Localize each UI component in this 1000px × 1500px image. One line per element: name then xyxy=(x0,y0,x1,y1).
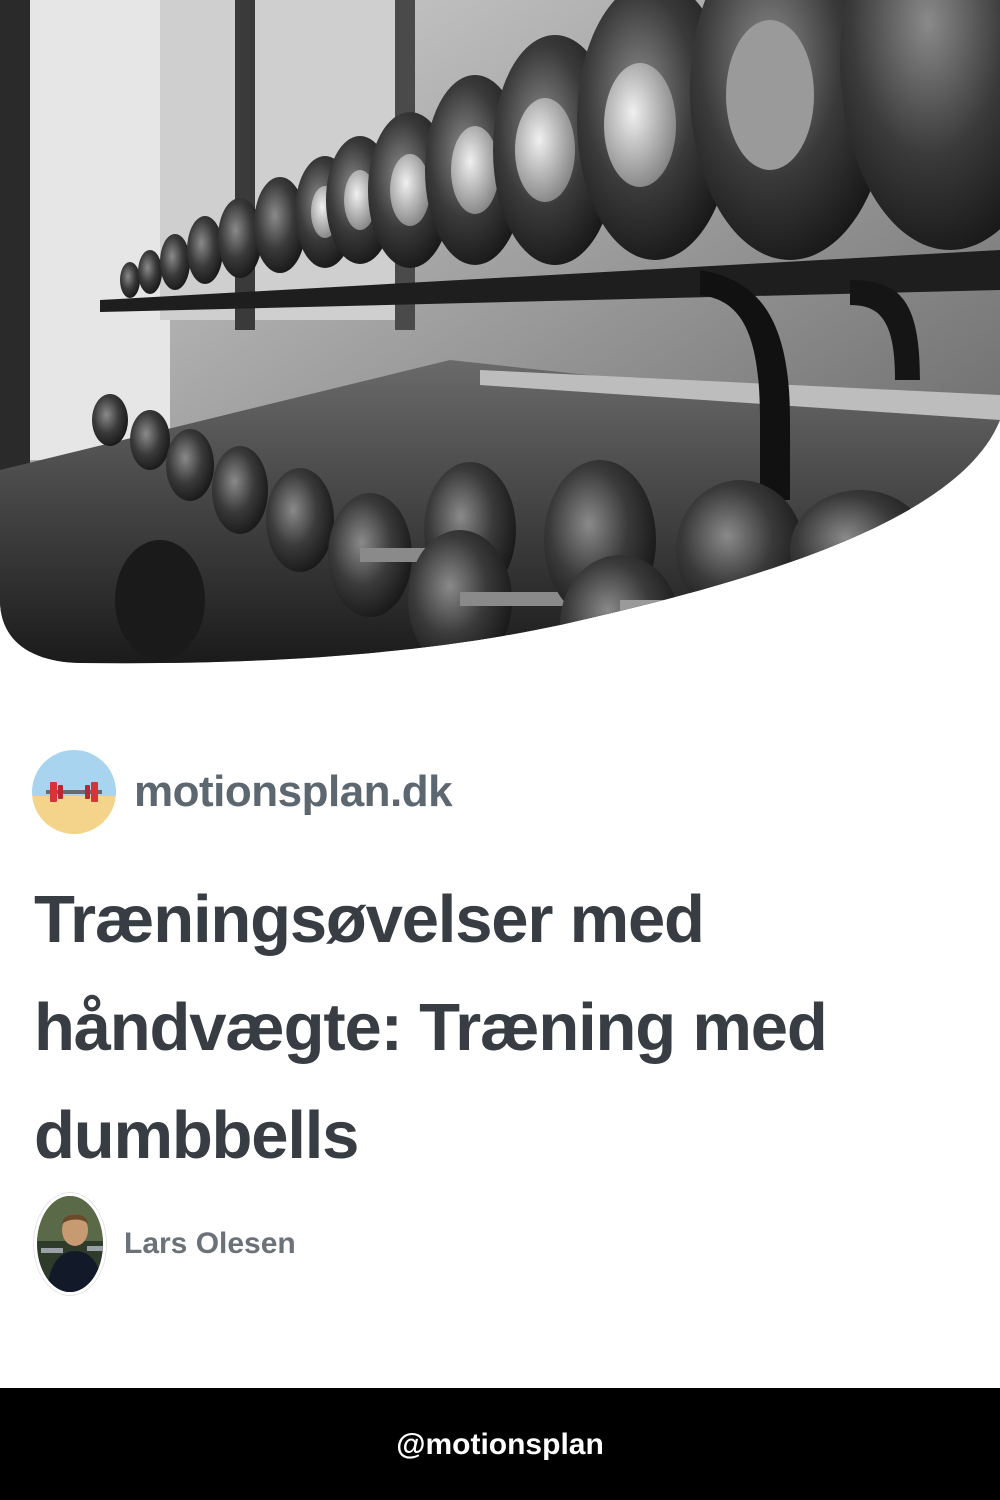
footer-bar: @motionsplan xyxy=(0,1388,1000,1500)
site-header: motionsplan.dk xyxy=(32,750,453,834)
barbell-logo-icon xyxy=(32,750,116,834)
avatar[interactable] xyxy=(34,1193,106,1295)
site-name[interactable]: motionsplan.dk xyxy=(134,767,453,817)
article-title: Træningsøvelser med håndvægte: Træning m… xyxy=(34,882,828,1173)
author-byline: Lars Olesen xyxy=(34,1193,296,1295)
author-name[interactable]: Lars Olesen xyxy=(124,1227,296,1261)
social-handle[interactable]: @motionsplan xyxy=(396,1428,604,1462)
hero-image xyxy=(0,0,1000,665)
